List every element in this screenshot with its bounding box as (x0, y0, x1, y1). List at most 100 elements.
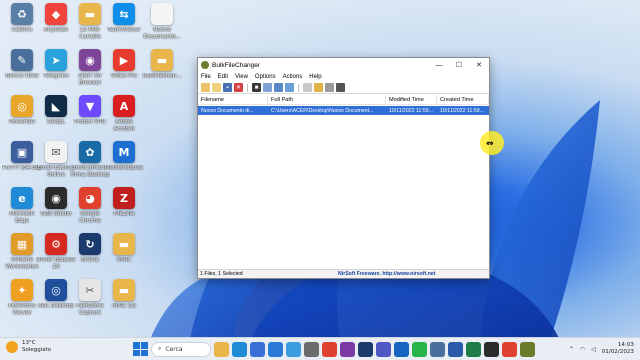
taskbar: 13°C Soleggiato ⌕ Cerca ⌃ ◠ ◁ 14:03 01/0… (0, 337, 640, 360)
edge-icon: e (11, 187, 33, 209)
column-filename[interactable]: Filename (198, 95, 268, 104)
acrobat-icon: A (113, 95, 135, 117)
speaker-icon[interactable]: ◁ (591, 346, 596, 353)
save-icon[interactable]: ▪ (223, 83, 232, 92)
title-bar[interactable]: BulkFileChanger — ☐ ✕ (198, 58, 489, 72)
desktop-shortcut[interactable]: ⇆ TeamViewer (104, 3, 144, 34)
toolbar-separator (298, 83, 299, 92)
desktop-shortcut-label: Video Pro (111, 73, 137, 79)
desktop-shortcut[interactable]: ▶ Video Pro (104, 49, 144, 80)
desktop-shortcut-label: Nuovo Documento... (143, 27, 181, 40)
add-files-icon[interactable] (212, 83, 221, 92)
open-folder-icon[interactable] (201, 83, 210, 92)
cell-created-time: 10/11/2022 11:59... (440, 107, 484, 114)
window-title: BulkFileChanger (212, 61, 261, 69)
teams-icon[interactable] (376, 341, 391, 357)
menu-edit[interactable]: Edit (218, 74, 228, 80)
table-row[interactable]: Nuovo Documento di... C:\Users\ACER\Desk… (198, 106, 489, 115)
chrome-icon[interactable] (322, 341, 337, 357)
desktop-shortcut[interactable]: Nuovo Documento... (142, 3, 182, 40)
store-icon[interactable] (250, 341, 265, 357)
html-report-icon[interactable] (325, 83, 334, 92)
menu-options[interactable]: Options (255, 74, 276, 80)
status-bar: 1 Files, 1 Selected NirSoft Freeware. ht… (198, 269, 489, 278)
sun-icon (6, 341, 18, 353)
minimize-button[interactable]: — (429, 58, 449, 72)
desktop-shortcut[interactable]: ▬ bulkfilechan... (142, 49, 182, 80)
chrome-icon[interactable] (502, 341, 517, 357)
vmware-icon: ▦ (11, 233, 33, 255)
nirsoft-link[interactable]: NirSoft Freeware. http://www.nirsoft.net (338, 271, 436, 277)
refresh-icon[interactable] (285, 83, 294, 92)
find-icon[interactable] (314, 83, 323, 92)
clock-time: 14:03 (617, 342, 634, 348)
video-icon: ▶ (113, 49, 135, 71)
folder-icon: ▬ (79, 3, 101, 25)
bulkfilechanger-icon[interactable] (520, 341, 535, 357)
properties-icon[interactable] (263, 83, 272, 92)
menu-file[interactable]: File (201, 74, 211, 80)
aol-icon: ◎ (45, 279, 67, 301)
deepl-icon: ◣ (45, 95, 67, 117)
column-modified-time[interactable]: Modified Time (386, 95, 437, 104)
desktop-shortcut-label: TeamViewer (107, 27, 141, 33)
desktop-shortcut[interactable]: ▬ mIRC (104, 233, 144, 264)
brevia-icon: ↻ (79, 233, 101, 255)
chevron-up-icon[interactable]: ⌃ (569, 346, 574, 353)
search-box[interactable]: ⌕ Cerca (151, 341, 211, 357)
delete-icon[interactable]: ✕ (234, 83, 243, 92)
brevia-icon[interactable] (358, 341, 373, 357)
clock-date: 01/02/2023 (601, 349, 634, 355)
faststone-icon: ✦ (11, 279, 33, 301)
mail-icon[interactable] (268, 341, 283, 357)
maximize-button[interactable]: ☐ (449, 58, 469, 72)
file-list[interactable]: Filename Full Path Modified Time Created… (198, 95, 489, 269)
file-explorer-icon[interactable] (214, 341, 229, 357)
copy-icon[interactable] (303, 83, 312, 92)
change-time-icon[interactable] (274, 83, 283, 92)
word-icon[interactable] (448, 341, 463, 357)
folder-icon: ▬ (113, 279, 135, 301)
capture-icon: ✂ (79, 279, 101, 301)
column-created-time[interactable]: Created Time (437, 95, 489, 104)
stop-icon[interactable]: ■ (252, 83, 261, 92)
outlook-icon[interactable] (394, 341, 409, 357)
desktop-shortcut[interactable]: A Adobe Acrobat (104, 95, 144, 132)
onenote-icon[interactable] (340, 341, 355, 357)
whatsapp-icon[interactable] (412, 341, 427, 357)
close-button[interactable]: ✕ (469, 58, 489, 72)
resize-cursor-icon: ⇔ (486, 139, 494, 149)
desktop-shortcut[interactable]: Z FileZilla (104, 187, 144, 218)
menu-view[interactable]: View (235, 74, 248, 80)
menu-actions[interactable]: Actions (283, 74, 303, 80)
desktop-shortcut-label: mIRC (116, 257, 132, 263)
recycle-bin-icon: ♻ (11, 3, 33, 25)
status-count: 1 Files, 1 Selected (200, 271, 243, 277)
toolbar-separator (247, 83, 248, 92)
exit-icon[interactable] (336, 83, 345, 92)
cell-filename: Nuovo Documento di... (201, 107, 254, 114)
tor-icon: ◉ (79, 49, 101, 71)
obs-icon[interactable] (484, 341, 499, 357)
putty-icon: ▣ (11, 141, 33, 163)
menu-help[interactable]: Help (309, 74, 321, 80)
photos-icon[interactable] (286, 341, 301, 357)
notepad-icon[interactable] (430, 341, 445, 357)
app-icon (201, 61, 209, 69)
desktop-shortcut[interactable]: ▬ mIRC (2) (104, 279, 144, 310)
wifi-icon[interactable]: ◠ (580, 346, 585, 353)
system-tray: ⌃ ◠ ◁ 14:03 01/02/2023 (569, 342, 634, 356)
desktop-shortcut[interactable]: M Malwarebytes (104, 141, 144, 172)
settings-icon[interactable] (304, 341, 319, 357)
start-button[interactable] (132, 341, 148, 357)
toolbar: ▪ ✕ ■ (198, 82, 489, 94)
poweriso-icon: ◎ (11, 95, 33, 117)
clock[interactable]: 14:03 01/02/2023 (602, 342, 634, 356)
weather-widget[interactable]: 13°C Soleggiato (6, 340, 51, 354)
list-header: Filename Full Path Modified Time Created… (198, 95, 489, 105)
excel-icon[interactable] (466, 341, 481, 357)
folder-icon: ▬ (151, 49, 173, 71)
search-placeholder: Cerca (165, 345, 183, 353)
edge-icon[interactable] (232, 341, 247, 357)
column-full-path[interactable]: Full Path (268, 95, 386, 104)
